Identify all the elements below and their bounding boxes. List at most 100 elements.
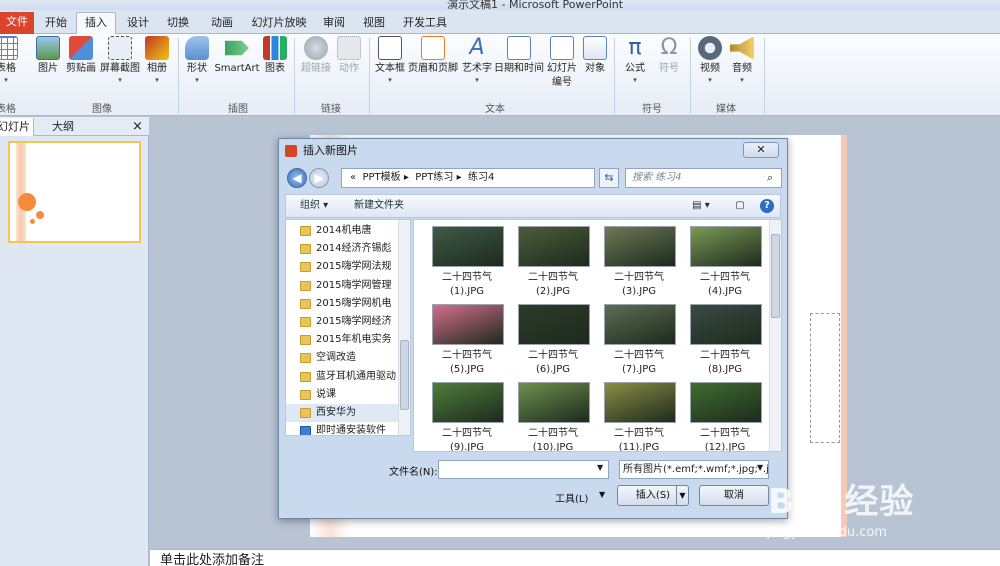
file-item[interactable]: 二十四节气 (9).JPG xyxy=(424,382,510,451)
file-item[interactable]: 二十四节气 (7).JPG xyxy=(596,304,682,380)
back-icon[interactable]: ◀ xyxy=(287,168,307,188)
file-item[interactable]: 二十四节气 (2).JPG xyxy=(510,226,596,302)
placeholder-box[interactable] xyxy=(810,313,840,443)
folder-icon xyxy=(300,371,311,382)
folder-item[interactable]: 2015年机电实务 xyxy=(286,331,399,349)
folder-item[interactable]: 2015嗨学网机电 xyxy=(286,295,399,313)
refresh-icon[interactable]: ⇆ xyxy=(599,168,619,188)
tab-review[interactable]: 审阅 xyxy=(318,13,350,34)
header-footer-button[interactable]: 页眉和页脚 xyxy=(408,36,458,76)
album-button[interactable]: 相册 ▾ xyxy=(144,36,170,84)
file-item[interactable]: 二十四节气 (6).JPG xyxy=(510,304,596,380)
tab-file[interactable]: 文件 xyxy=(0,12,34,34)
organize-button[interactable]: 组织 ▾ xyxy=(300,195,328,217)
notes-pane[interactable]: 单击此处添加备注 xyxy=(150,549,1000,566)
group-symbols: 符号 xyxy=(642,104,662,115)
audio-button[interactable]: 音频 ▾ xyxy=(728,36,756,84)
scroll-thumb[interactable] xyxy=(400,340,409,410)
breadcrumb-ppt-practice[interactable]: PPT练习 xyxy=(415,172,453,183)
table-button[interactable]: 表格 ▾ xyxy=(0,36,18,84)
hyperlink-button[interactable]: 超链接 xyxy=(300,36,332,76)
folder-icon xyxy=(300,317,311,327)
tab-view[interactable]: 视图 xyxy=(358,13,390,34)
folder-item[interactable]: 蓝牙耳机通用驱动 xyxy=(286,368,399,386)
file-item[interactable]: 二十四节气 (11).JPG xyxy=(596,382,682,451)
forward-icon[interactable]: ▶ xyxy=(309,168,329,188)
chevron-down-icon[interactable]: ▼ xyxy=(597,463,603,472)
smartart-button[interactable]: SmartArt xyxy=(214,36,260,76)
breadcrumb[interactable]: « PPT模板 ▸ PPT练习 ▸ 练习4 xyxy=(341,168,595,188)
filetype-select[interactable]: 所有图片(*.emf;*.wmf;*.jpg;*.jj xyxy=(619,460,769,479)
insert-button[interactable]: 插入(S) ▼ xyxy=(617,485,689,506)
chevron-down-icon[interactable]: ▼ xyxy=(599,490,605,499)
folder-item[interactable]: 2014经济齐锡彪 xyxy=(286,240,399,258)
tab-transitions[interactable]: 切换 xyxy=(162,13,194,34)
close-pane-icon[interactable]: × xyxy=(132,118,143,136)
textbox-button[interactable]: 文本框 ▾ xyxy=(374,36,406,84)
new-folder-button[interactable]: 新建文件夹 xyxy=(354,195,404,217)
tab-outline[interactable]: 大纲 xyxy=(52,118,74,136)
file-item[interactable]: 二十四节气 (4).JPG xyxy=(682,226,768,302)
folder-item[interactable]: 说课 xyxy=(286,386,399,404)
file-item[interactable]: 二十四节气 (5).JPG xyxy=(424,304,510,380)
object-button[interactable]: 对象 xyxy=(582,36,608,76)
breadcrumb-practice4[interactable]: 练习4 xyxy=(468,172,494,183)
picture-button[interactable]: 图片 xyxy=(34,36,62,76)
file-name: 二十四节气 (1).JPG xyxy=(442,272,492,297)
file-item[interactable]: 二十四节气 (12).JPG xyxy=(682,382,768,451)
folder-item[interactable]: 2014机电唐 xyxy=(286,222,399,240)
equation-button[interactable]: π 公式 ▾ xyxy=(620,35,650,85)
equation-icon: π xyxy=(628,35,642,60)
tree-scrollbar[interactable] xyxy=(398,220,410,435)
video-button[interactable]: 视频 ▾ xyxy=(696,36,724,84)
picture-icon xyxy=(36,36,60,60)
folder-item[interactable]: 2015嗨学网法规 xyxy=(286,258,399,276)
chart-button[interactable]: 图表 xyxy=(262,36,288,76)
datetime-button[interactable]: 日期和时间 xyxy=(494,36,544,76)
filename-field[interactable] xyxy=(438,460,609,479)
files-scrollbar[interactable] xyxy=(769,220,781,451)
scroll-thumb[interactable] xyxy=(771,234,780,318)
close-icon[interactable]: ✕ xyxy=(743,142,779,158)
file-item[interactable]: 二十四节气 (8).JPG xyxy=(682,304,768,380)
tab-slides[interactable]: 幻灯片 xyxy=(0,118,34,136)
search-icon[interactable]: ⌕ xyxy=(767,171,773,185)
tab-animations[interactable]: 动画 xyxy=(206,13,238,34)
tools-menu[interactable]: 工具(L) xyxy=(555,490,588,505)
screenshot-button[interactable]: 屏幕截图 ▾ xyxy=(98,36,142,84)
folder-item[interactable]: 2015嗨学网经济 xyxy=(286,313,399,331)
folder-item[interactable]: 2015嗨学网管理 xyxy=(286,277,399,295)
tab-home[interactable]: 开始 xyxy=(40,13,72,34)
tab-design[interactable]: 设计 xyxy=(122,13,154,34)
chevron-down-icon[interactable]: ▼ xyxy=(757,463,764,472)
slide-number-button[interactable]: 幻灯片编号 xyxy=(546,36,578,90)
action-button[interactable]: 动作 xyxy=(336,36,362,76)
folder-item[interactable]: 即时通安装软件 xyxy=(286,422,399,435)
help-icon[interactable]: ? xyxy=(760,199,774,213)
tab-developer[interactable]: 开发工具 xyxy=(400,13,450,34)
view-options-icon[interactable]: ▤ ▾ xyxy=(688,195,714,217)
clipart-button[interactable]: 剪贴画 xyxy=(64,36,98,76)
breadcrumb-ppt-templates[interactable]: PPT模板 xyxy=(362,172,400,183)
textbox-icon xyxy=(378,36,402,60)
chevron-down-icon[interactable]: ▼ xyxy=(676,486,688,505)
wordart-button[interactable]: A 艺术字 ▾ xyxy=(460,36,494,85)
tab-slideshow[interactable]: 幻灯片放映 xyxy=(250,13,308,34)
folder-item[interactable]: 空调改造 xyxy=(286,349,399,367)
file-grid: 二十四节气 (1).JPG 二十四节气 (2).JPG 二十四节气 (3).JPG 二十四节… xyxy=(413,219,782,452)
album-icon xyxy=(145,36,169,60)
slide-thumbnail[interactable] xyxy=(8,141,141,243)
file-item[interactable]: 二十四节气 (3).JPG xyxy=(596,226,682,302)
folder-item[interactable]: 西安华为 xyxy=(286,404,399,422)
cancel-button[interactable]: 取消 xyxy=(699,485,769,506)
tab-insert[interactable]: 插入 xyxy=(76,12,116,34)
group-tables: 表格 xyxy=(0,104,16,115)
file-item[interactable]: 二十四节气 (10).JPG xyxy=(510,382,596,451)
file-item[interactable]: 二十四节气 (1).JPG xyxy=(424,226,510,302)
search-input[interactable]: 搜索 练习4 xyxy=(625,168,782,188)
folder-tree: 2014机电唐 2014经济齐锡彪 2015嗨学网法规 2015嗨学网管理 2015嗨学… xyxy=(285,219,411,436)
shapes-button[interactable]: 形状 ▾ xyxy=(184,36,210,84)
symbol-button[interactable]: Ω 符号 xyxy=(654,36,684,76)
insert-picture-dialog: 插入新图片 ✕ ◀ ▶ « PPT模板 ▸ PPT练习 ▸ 练习4 ⇆ 搜索 练… xyxy=(278,138,788,519)
preview-pane-icon[interactable]: ▢ xyxy=(732,195,748,217)
